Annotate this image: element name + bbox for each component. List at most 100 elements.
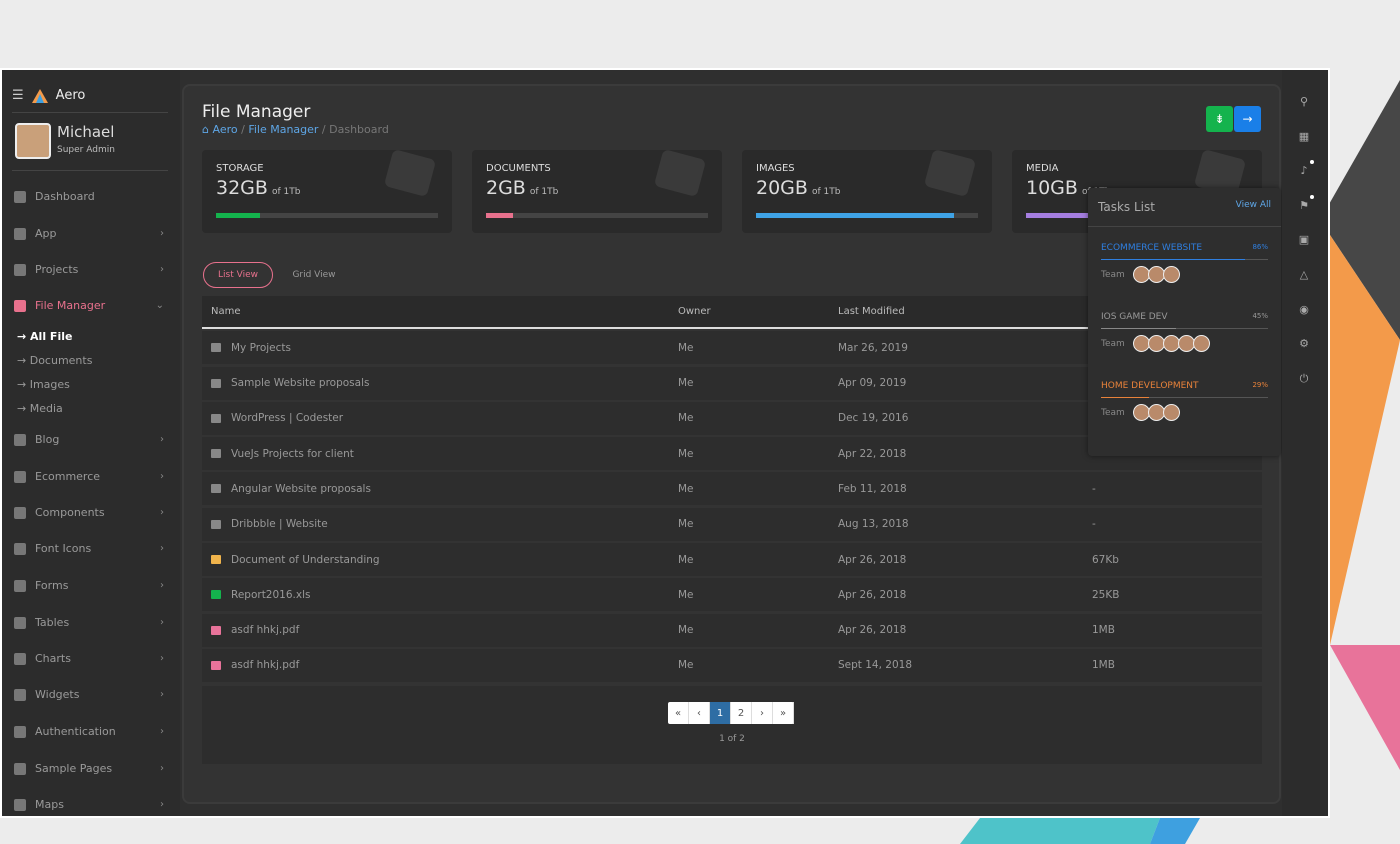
download-button[interactable]: ⇟ (1206, 106, 1233, 132)
sidebar-item-authentication[interactable]: Authentication › (14, 725, 164, 738)
menu-icon[interactable]: ☰ (12, 88, 24, 103)
gear-icon[interactable]: ⚙ (1298, 338, 1310, 350)
chevron-right-icon: › (160, 264, 164, 275)
sidebar-subitem-documents[interactable]: → Documents (17, 354, 92, 367)
avatar[interactable] (15, 123, 51, 159)
file-modified: Sept 14, 2018 (838, 659, 913, 672)
sidebar-item-projects[interactable]: Projects › (14, 263, 164, 276)
page-button[interactable]: › (752, 702, 773, 724)
table-row[interactable]: Document of Understanding Me Apr 26, 2018 6… (202, 543, 1262, 577)
tab-grid-view[interactable]: Grid View (279, 262, 349, 288)
sidebar-item-label: Charts (35, 652, 71, 665)
sidebar-item-label: Projects (35, 263, 79, 276)
sidebar-item-sample-pages[interactable]: Sample Pages › (14, 762, 164, 775)
tab-list-view[interactable]: List View (203, 262, 273, 288)
table-row[interactable]: asdf hhkj.pdf Me Apr 26, 2018 1MB (202, 613, 1262, 647)
avatar[interactable] (1192, 335, 1210, 352)
flag-icon[interactable]: ⚑ (1298, 194, 1314, 212)
column-name[interactable]: Name (211, 296, 241, 327)
calendar-icon[interactable]: ▣ (1298, 234, 1310, 246)
lock-icon (14, 725, 26, 738)
power-icon[interactable]: ⏻ (1298, 372, 1310, 385)
stat-card-storage: STORAGE 32GB of 1Tb (202, 148, 452, 233)
file-name[interactable]: asdf hhkj.pdf (231, 624, 299, 636)
apps-icon[interactable]: ▦ (1298, 130, 1310, 143)
folder-icon (211, 519, 221, 529)
file-name[interactable]: Report2016.xls (231, 589, 310, 601)
sidebar-subitem-media[interactable]: → Media (17, 402, 63, 415)
sidebar-item-label: App (35, 227, 57, 240)
page-button[interactable]: 2 (731, 702, 752, 724)
breadcrumb-aero[interactable]: Aero (212, 123, 237, 136)
task-progress (1101, 328, 1268, 329)
sidebar-subitem-images[interactable]: → Images (17, 378, 70, 391)
sidebar-item-blog[interactable]: Blog › (14, 433, 164, 446)
file-name[interactable]: VueJs Projects for client (231, 448, 354, 460)
sidebar-item-dashboard[interactable]: Dashboard (14, 190, 164, 203)
page-button[interactable]: » (773, 702, 794, 724)
sidebar-subitem-all-file[interactable]: → All File (17, 330, 72, 343)
table-row[interactable]: Angular Website proposals Me Feb 11, 2018 - (202, 472, 1262, 506)
sidebar-item-app[interactable]: App › (14, 227, 164, 240)
drive-icon[interactable]: △ (1298, 269, 1310, 281)
file-name[interactable]: My Projects (231, 342, 291, 354)
widgets-icon (14, 688, 26, 701)
arrow-right-icon: → (17, 354, 30, 367)
file-owner: Me (678, 553, 694, 566)
chevron-right-icon: › (160, 763, 164, 774)
sidebar-item-label: Blog (35, 433, 60, 446)
file-name[interactable]: WordPress | Codester (231, 412, 343, 424)
sidebar-item-charts[interactable]: Charts › (14, 652, 164, 665)
file-owner: Me (678, 447, 694, 460)
chevron-right-icon: › (160, 434, 164, 445)
palette-icon[interactable]: ◉ (1298, 303, 1310, 316)
sidebar-item-label: Forms (35, 579, 69, 592)
sidebar: ☰ Aero Michael Super Admin Dashboard App ›… (2, 70, 180, 816)
file-modified: Apr 09, 2019 (838, 377, 907, 390)
file-size: - (1092, 518, 1096, 531)
sidebar-item-maps[interactable]: Maps › (14, 798, 164, 811)
sidebar-item-ecommerce[interactable]: Ecommerce › (14, 470, 164, 483)
file-name[interactable]: Angular Website proposals (231, 483, 371, 495)
bell-icon[interactable]: ♪ (1298, 160, 1314, 177)
chevron-right-icon: › (160, 617, 164, 628)
breadcrumb-file-manager[interactable]: File Manager (248, 123, 318, 136)
sidebar-item-widgets[interactable]: Widgets › (14, 688, 164, 701)
table-row[interactable]: Dribbble | Website Me Aug 13, 2018 - (202, 507, 1262, 541)
task-item[interactable]: IOS GAME DEV 45% Team (1101, 312, 1268, 352)
file-owner: Me (678, 624, 694, 637)
file-name[interactable]: asdf hhkj.pdf (231, 659, 299, 671)
sidebar-item-components[interactable]: Components › (14, 506, 164, 519)
task-item[interactable]: HOME DEVELOPMENT 29% Team (1101, 381, 1268, 421)
forward-button[interactable]: → (1234, 106, 1261, 132)
page-button[interactable]: ‹ (689, 702, 710, 724)
sidebar-item-font-icons[interactable]: Font Icons › (14, 542, 164, 555)
cart-icon (14, 470, 26, 483)
sidebar-item-forms[interactable]: Forms › (14, 579, 164, 592)
card-label: STORAGE (216, 163, 264, 174)
divider (12, 112, 168, 113)
sidebar-item-label: File Manager (35, 299, 106, 312)
documents-icon (653, 148, 707, 198)
file-name[interactable]: Document of Understanding (231, 554, 380, 566)
sidebar-item-tables[interactable]: Tables › (14, 616, 164, 629)
avatar[interactable] (1162, 266, 1180, 283)
avatar[interactable] (1162, 404, 1180, 421)
page-button[interactable]: « (668, 702, 689, 724)
card-label: MEDIA (1026, 163, 1059, 174)
page-button[interactable]: 1 (710, 702, 731, 724)
search-icon[interactable]: ⚲ (1298, 96, 1310, 108)
file-size: 67Kb (1092, 553, 1119, 566)
app-window: ☰ Aero Michael Super Admin Dashboard App ›… (0, 68, 1330, 818)
sidebar-item-file-manager[interactable]: File Manager ⌄ (14, 299, 164, 312)
file-name[interactable]: Sample Website proposals (231, 377, 369, 389)
table-row[interactable]: asdf hhkj.pdf Me Sept 14, 2018 1MB (202, 648, 1262, 682)
arrow-right-icon: → (1242, 112, 1253, 126)
sidebar-item-label: Sample Pages (35, 762, 113, 775)
table-row[interactable]: Report2016.xls Me Apr 26, 2018 25KB (202, 578, 1262, 612)
view-all-link[interactable]: View All (1236, 200, 1271, 210)
file-name[interactable]: Dribbble | Website (231, 518, 328, 530)
column-owner[interactable]: Owner (678, 296, 711, 327)
column-last-modified[interactable]: Last Modified (838, 296, 905, 327)
task-item[interactable]: ECOMMERCE WEBSITE 86% Team (1101, 243, 1268, 283)
